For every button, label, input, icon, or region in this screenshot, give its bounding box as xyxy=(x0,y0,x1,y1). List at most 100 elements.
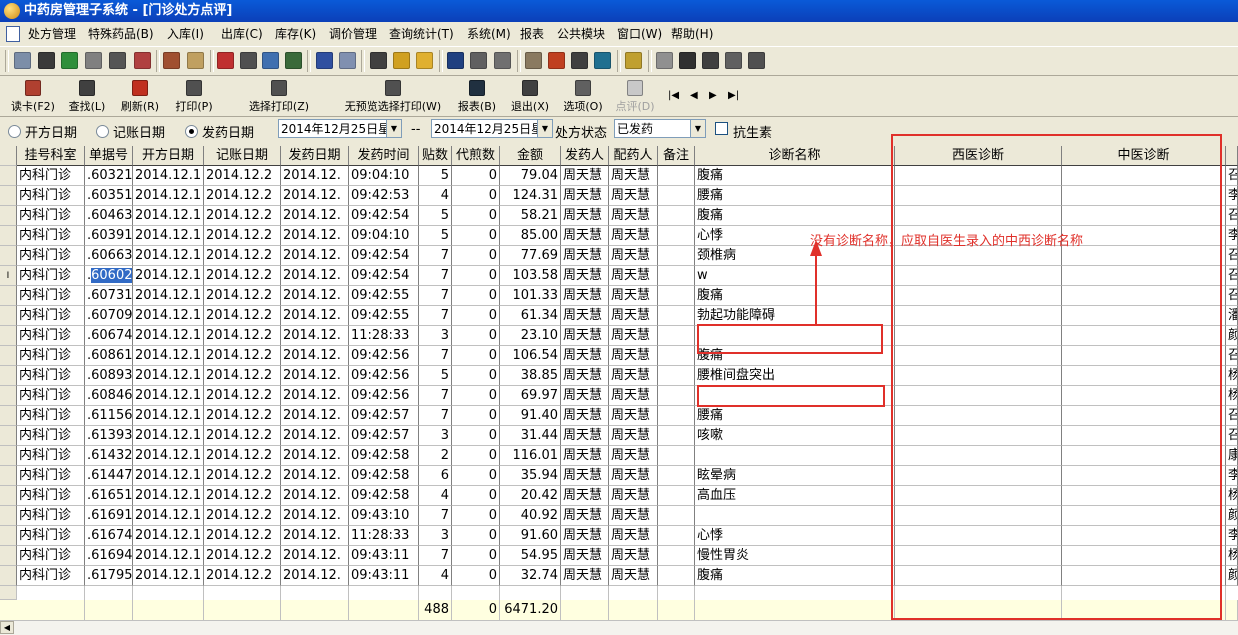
cell-bill-no[interactable]: .60731 xyxy=(85,286,133,306)
cell-diagnosis[interactable] xyxy=(695,506,895,526)
last-record-button[interactable]: ▶| xyxy=(728,90,739,101)
cell-amount[interactable]: 91.40 xyxy=(500,406,561,426)
cell-remark[interactable] xyxy=(658,266,695,286)
cell-dispense-date[interactable]: 2014.12. xyxy=(281,466,349,486)
cell-tie-count[interactable]: 3 xyxy=(419,326,452,346)
cell-daijian-count[interactable]: 0 xyxy=(452,446,500,466)
cell-preparer[interactable]: 周天慧 xyxy=(609,406,658,426)
cell-remark[interactable] xyxy=(658,426,695,446)
list-icon[interactable] xyxy=(679,52,696,69)
cell-amount[interactable]: 116.01 xyxy=(500,446,561,466)
cell-extra[interactable]: 李 xyxy=(1226,186,1238,206)
cell-dept[interactable]: 内科门诊 xyxy=(17,526,85,546)
cell-remark[interactable] xyxy=(658,206,695,226)
cell-remark[interactable] xyxy=(658,486,695,506)
cell-amount[interactable]: 103.58 xyxy=(500,266,561,286)
cell-extra[interactable]: 杨 xyxy=(1226,366,1238,386)
cell-account-date[interactable]: 2014.12.2 xyxy=(204,446,281,466)
cell-amount[interactable]: 61.34 xyxy=(500,306,561,326)
cell-dispenser[interactable]: 周天慧 xyxy=(561,206,609,226)
cell-dispense-time[interactable]: 09:43:11 xyxy=(349,546,419,566)
cell-daijian-count[interactable]: 0 xyxy=(452,406,500,426)
cell-daijian-count[interactable]: 0 xyxy=(452,526,500,546)
cell-remark[interactable] xyxy=(658,366,695,386)
cell-open-date[interactable]: 2014.12.1 xyxy=(133,526,204,546)
dispense-date-radio[interactable]: 发药日期 xyxy=(185,122,254,141)
cell-open-date[interactable]: 2014.12.1 xyxy=(133,206,204,226)
cell-dispenser[interactable]: 周天慧 xyxy=(561,226,609,246)
no-preview-print-button[interactable]: 无预览选择打印(W) xyxy=(340,78,446,114)
scroll-left-icon[interactable]: ◀ xyxy=(0,621,14,634)
computer-icon[interactable] xyxy=(14,52,31,69)
cell-extra[interactable]: 李 xyxy=(1226,226,1238,246)
cell-dispenser[interactable]: 周天慧 xyxy=(561,286,609,306)
cell-remark[interactable] xyxy=(658,166,695,186)
scale-icon[interactable] xyxy=(494,52,511,69)
cell-diagnosis[interactable]: 眩晕病 xyxy=(695,466,895,486)
cell-bill-no[interactable]: .60391 xyxy=(85,226,133,246)
cell-daijian-count[interactable]: 0 xyxy=(452,426,500,446)
cell-dept[interactable]: 内科门诊 xyxy=(17,206,85,226)
cell-dept[interactable]: 内科门诊 xyxy=(17,506,85,526)
menu-reports[interactable]: 报表 xyxy=(520,25,544,42)
cell-preparer[interactable]: 周天慧 xyxy=(609,546,658,566)
edit-icon[interactable] xyxy=(316,52,333,69)
cell-dept[interactable]: 内科门诊 xyxy=(17,186,85,206)
cell-account-date[interactable]: 2014.12.2 xyxy=(204,366,281,386)
cell-extra[interactable]: 召 xyxy=(1226,206,1238,226)
cell-dispenser[interactable]: 周天慧 xyxy=(561,506,609,526)
checklist-icon[interactable] xyxy=(240,52,257,69)
cell-amount[interactable]: 31.44 xyxy=(500,426,561,446)
cell-dept[interactable]: 内科门诊 xyxy=(17,266,85,286)
menu-inventory[interactable]: 库存(K) xyxy=(275,25,316,42)
menu-common-module[interactable]: 公共模块 xyxy=(557,25,605,42)
cell-account-date[interactable]: 2014.12.2 xyxy=(204,306,281,326)
cell-dispense-time[interactable]: 09:42:56 xyxy=(349,366,419,386)
cell-dispenser[interactable]: 周天慧 xyxy=(561,266,609,286)
column-header-extra[interactable] xyxy=(1226,146,1238,166)
cell-diagnosis[interactable]: 腹痛 xyxy=(695,206,895,226)
cell-bill-no[interactable]: .61795 xyxy=(85,566,133,586)
cell-remark[interactable] xyxy=(658,546,695,566)
cell-bill-no[interactable]: .60463 xyxy=(85,206,133,226)
cell-amount[interactable]: 40.92 xyxy=(500,506,561,526)
folder-icon[interactable] xyxy=(625,52,642,69)
cell-amount[interactable]: 23.10 xyxy=(500,326,561,346)
cell-dispense-date[interactable]: 2014.12. xyxy=(281,286,349,306)
menu-prescription[interactable]: 处方管理 xyxy=(28,25,76,42)
cell-tie-count[interactable]: 7 xyxy=(419,406,452,426)
cell-bill-no[interactable]: .60663 xyxy=(85,246,133,266)
cell-remark[interactable] xyxy=(658,506,695,526)
cell-account-date[interactable]: 2014.12.2 xyxy=(204,406,281,426)
check-icon[interactable] xyxy=(61,52,78,69)
cell-dispenser[interactable]: 周天慧 xyxy=(561,166,609,186)
cell-dept[interactable]: 内科门诊 xyxy=(17,386,85,406)
card-icon[interactable] xyxy=(187,52,204,69)
column-header-dispense-time[interactable]: 发药时间 xyxy=(349,146,419,166)
row-indicator[interactable] xyxy=(0,226,17,246)
calculator-icon[interactable] xyxy=(85,52,102,69)
report-button[interactable]: 报表(B) xyxy=(454,78,500,114)
cell-bill-no[interactable]: .60893 xyxy=(85,366,133,386)
cell-dept[interactable]: 内科门诊 xyxy=(17,246,85,266)
column-header-open-date[interactable]: 开方日期 xyxy=(133,146,204,166)
cell-amount[interactable]: 69.97 xyxy=(500,386,561,406)
cell-dispenser[interactable]: 周天慧 xyxy=(561,546,609,566)
cell-daijian-count[interactable]: 0 xyxy=(452,246,500,266)
cell-daijian-count[interactable]: 0 xyxy=(452,186,500,206)
book-icon[interactable] xyxy=(134,52,151,69)
cell-diagnosis[interactable]: 心悸 xyxy=(695,526,895,546)
cell-remark[interactable] xyxy=(658,246,695,266)
cell-open-date[interactable]: 2014.12.1 xyxy=(133,326,204,346)
cell-bill-no[interactable]: .60321 xyxy=(85,166,133,186)
cell-dispense-date[interactable]: 2014.12. xyxy=(281,366,349,386)
cell-dept[interactable]: 内科门诊 xyxy=(17,406,85,426)
cell-daijian-count[interactable]: 0 xyxy=(452,566,500,586)
cell-account-date[interactable]: 2014.12.2 xyxy=(204,506,281,526)
cell-extra[interactable]: 颜 xyxy=(1226,506,1238,526)
thermometer-icon[interactable] xyxy=(548,52,565,69)
exit-button[interactable]: 退出(X) xyxy=(506,78,554,114)
cell-preparer[interactable]: 周天慧 xyxy=(609,206,658,226)
cell-daijian-count[interactable]: 0 xyxy=(452,286,500,306)
cube-icon[interactable] xyxy=(656,52,673,69)
